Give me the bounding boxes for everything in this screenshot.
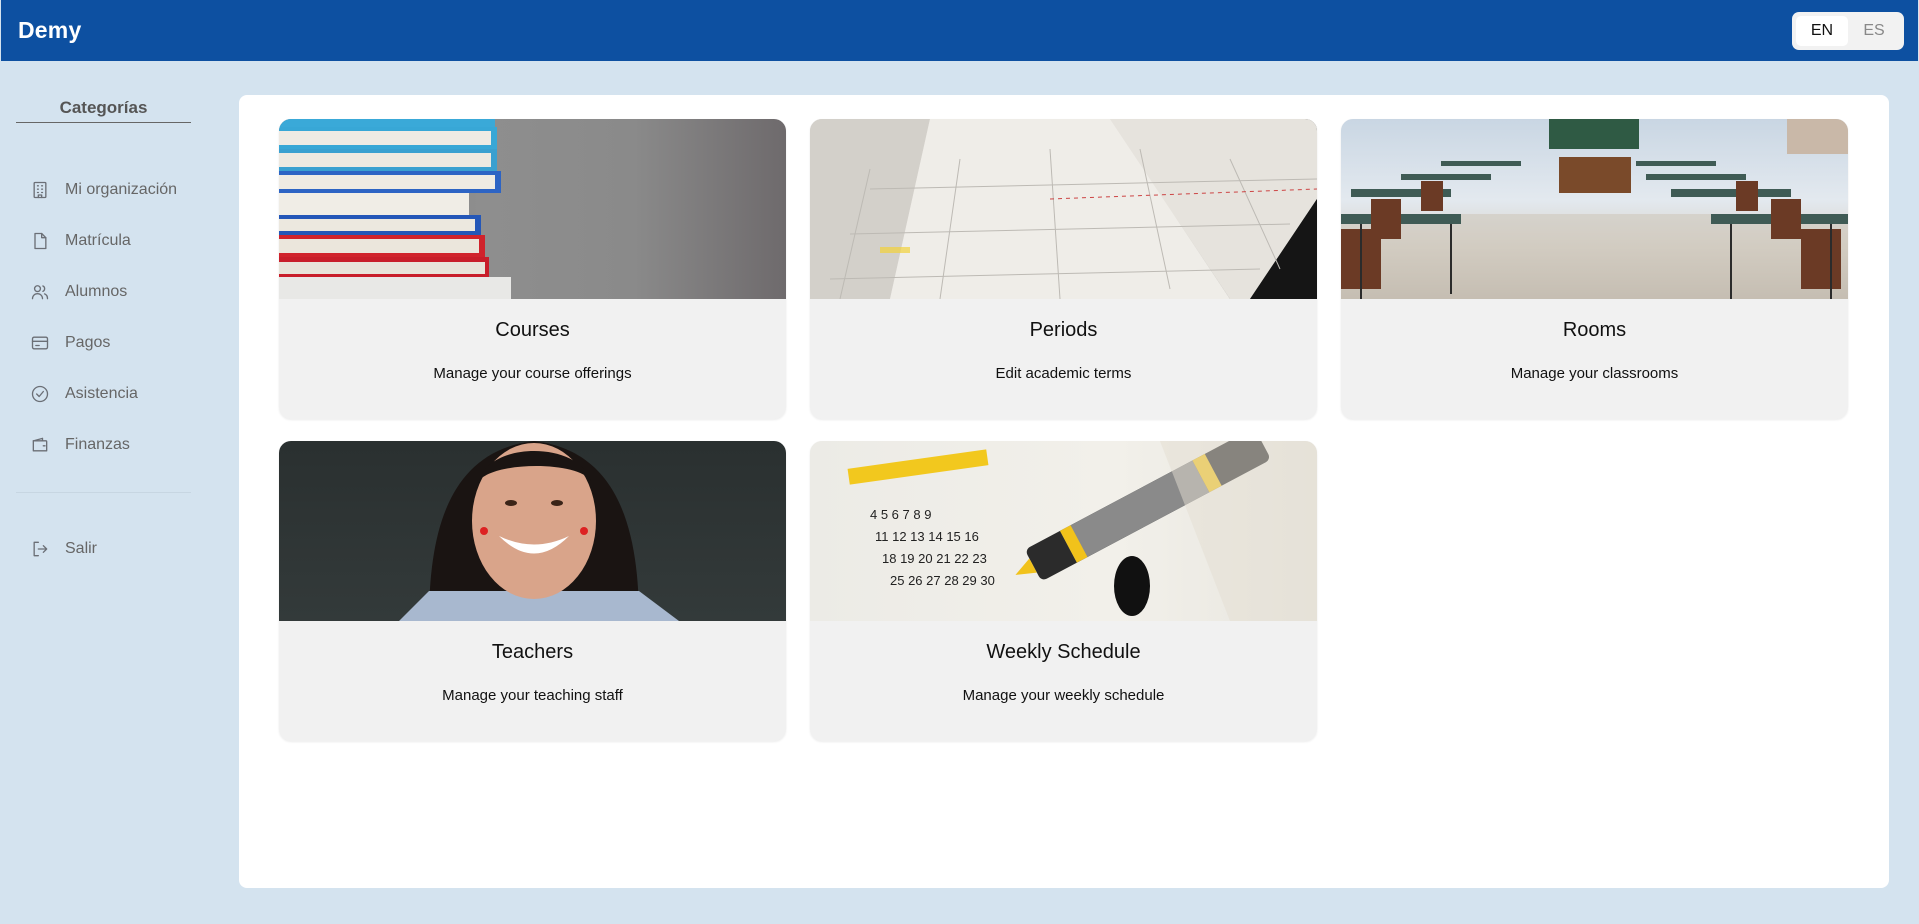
card-description: Manage your course offerings xyxy=(433,365,632,382)
sidebar-item-matricula[interactable]: Matrícula xyxy=(16,215,191,266)
credit-card-icon xyxy=(29,332,51,354)
sidebar-item-pagos[interactable]: Pagos xyxy=(16,317,191,368)
top-bar: Demy EN ES xyxy=(1,0,1918,61)
svg-text:25 26 27 28 29 30: 25 26 27 28 29 30 xyxy=(890,573,995,588)
logout-section: Salir xyxy=(16,523,191,574)
calendar-with-marker-image: 4 5 6 7 8 9 11 12 13 14 15 16 18 19 20 2… xyxy=(810,441,1317,621)
card-title: Weekly Schedule xyxy=(986,641,1141,663)
card-courses[interactable]: Courses Manage your course offerings xyxy=(279,119,786,419)
smiling-teacher-image xyxy=(279,441,786,621)
sidebar-item-label: Matrícula xyxy=(65,231,131,249)
card-teachers[interactable]: Teachers Manage your teaching staff xyxy=(279,441,786,741)
sidebar-divider xyxy=(16,492,191,493)
card-title: Courses xyxy=(495,319,570,341)
svg-text:18 19 20 21 22 23: 18 19 20 21 22 23 xyxy=(882,551,987,566)
sidebar-item-finanzas[interactable]: Finanzas xyxy=(16,419,191,470)
svg-text:11 12 13 14 15 16: 11 12 13 14 15 16 xyxy=(875,529,979,544)
users-icon xyxy=(29,281,51,303)
stack-of-books-image xyxy=(279,119,786,299)
sidebar-item-label: Salir xyxy=(65,539,98,557)
sidebar-item-mi-organizacion[interactable]: Mi organización xyxy=(16,164,191,215)
sidebar-item-label: Pagos xyxy=(65,333,111,351)
card-weekly-schedule[interactable]: 4 5 6 7 8 9 11 12 13 14 15 16 18 19 20 2… xyxy=(810,441,1317,741)
sidebar-item-salir[interactable]: Salir xyxy=(16,523,191,574)
logout-icon xyxy=(29,538,51,560)
sidebar-title: Categorías xyxy=(16,98,191,123)
card-title: Periods xyxy=(1029,319,1098,341)
card-title: Rooms xyxy=(1562,319,1627,341)
main-content: Courses Manage your course offerings Per… xyxy=(239,95,1889,888)
sidebar-item-label: Finanzas xyxy=(65,435,130,453)
wallet-icon xyxy=(29,434,51,456)
card-description: Manage your weekly schedule xyxy=(962,687,1165,704)
sidebar-item-asistencia[interactable]: Asistencia xyxy=(16,368,191,419)
card-description: Edit academic terms xyxy=(995,365,1132,382)
open-planner-image xyxy=(810,119,1317,299)
card-rooms[interactable]: Rooms Manage your classrooms xyxy=(1341,119,1848,419)
language-toggle: EN ES xyxy=(1792,11,1904,50)
empty-classroom-image xyxy=(1341,119,1848,299)
card-description: Manage your teaching staff xyxy=(442,687,623,704)
sidebar: Categorías Mi organización Matrícula Alu… xyxy=(16,61,191,924)
language-en-button[interactable]: EN xyxy=(1796,15,1848,46)
check-circle-icon xyxy=(29,383,51,405)
sidebar-item-label: Mi organización xyxy=(65,180,178,198)
sidebar-nav: Mi organización Matrícula Alumnos Pagos … xyxy=(16,164,191,470)
card-periods[interactable]: Periods Edit academic terms xyxy=(810,119,1317,419)
brand-logo[interactable]: Demy xyxy=(18,17,81,44)
language-es-button[interactable]: ES xyxy=(1848,16,1900,46)
card-description: Manage your classrooms xyxy=(1510,365,1679,382)
document-icon xyxy=(29,230,51,252)
card-title: Teachers xyxy=(491,641,574,663)
sidebar-item-label: Asistencia xyxy=(65,384,138,402)
building-icon xyxy=(29,179,51,201)
svg-text:4 5 6 7 8 9: 4 5 6 7 8 9 xyxy=(870,507,931,522)
sidebar-item-alumnos[interactable]: Alumnos xyxy=(16,266,191,317)
sidebar-item-label: Alumnos xyxy=(65,282,128,300)
